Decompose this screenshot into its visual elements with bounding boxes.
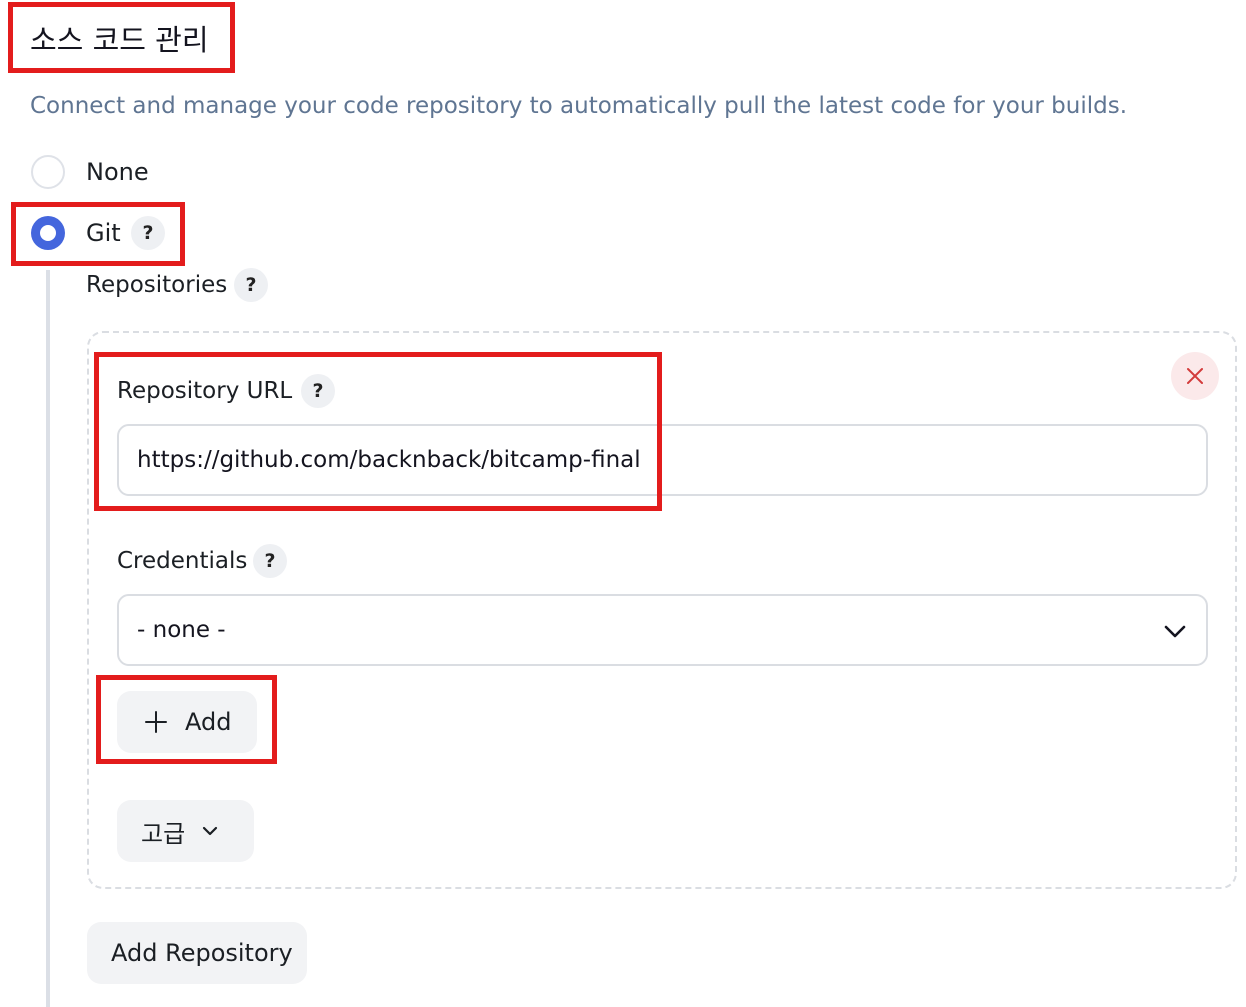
repository-url-input[interactable] — [117, 424, 1208, 496]
chevron-down-icon — [1164, 625, 1186, 638]
git-help-button[interactable]: ? — [131, 216, 165, 250]
scm-git-radio[interactable] — [31, 216, 65, 250]
scm-git-label[interactable]: Git — [86, 216, 121, 250]
repository-url-help-button[interactable]: ? — [301, 374, 335, 408]
repository-url-label: Repository URL — [117, 378, 293, 404]
credentials-label: Credentials — [117, 548, 248, 574]
section-description: Connect and manage your code repository … — [30, 93, 1128, 119]
chevron-down-icon — [203, 826, 218, 836]
close-icon — [1187, 368, 1203, 384]
add-credentials-button[interactable]: Add — [117, 691, 257, 753]
repositories-help-button[interactable]: ? — [234, 268, 268, 302]
credentials-selected-value: - none - — [137, 617, 226, 643]
delete-repository-button[interactable] — [1171, 352, 1219, 400]
plus-icon — [145, 711, 167, 733]
advanced-label: 고급 — [141, 819, 186, 848]
scm-none-label[interactable]: None — [86, 155, 149, 189]
git-options-guide-line — [46, 270, 50, 1007]
add-credentials-label: Add — [185, 708, 232, 736]
scm-none-radio[interactable] — [31, 155, 65, 189]
advanced-button[interactable]: 고급 — [117, 800, 254, 862]
add-repository-button[interactable]: Add Repository — [87, 922, 307, 984]
credentials-help-button[interactable]: ? — [253, 544, 287, 578]
credentials-select[interactable]: - none - — [117, 594, 1208, 666]
section-title: 소스 코드 관리 — [30, 23, 209, 57]
repositories-label: Repositories — [86, 272, 228, 298]
add-repository-label: Add Repository — [111, 939, 293, 967]
